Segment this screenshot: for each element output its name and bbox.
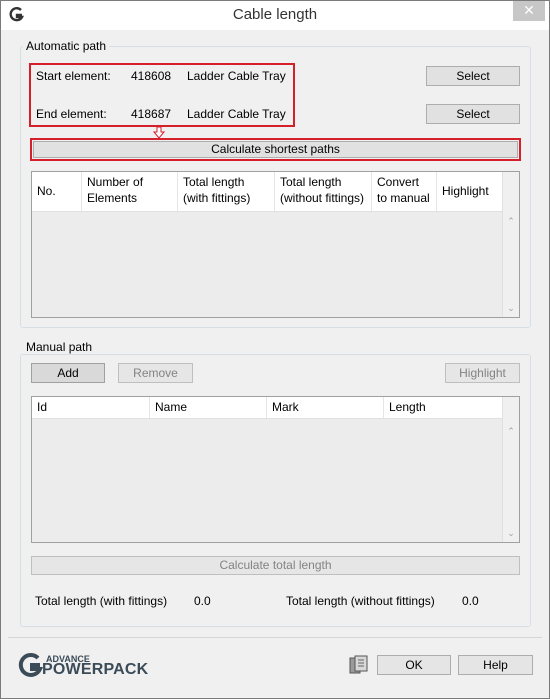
remove-button[interactable]: Remove bbox=[118, 363, 193, 383]
column-header-mark[interactable]: Mark bbox=[267, 397, 384, 418]
column-header-label: (without fittings) bbox=[280, 191, 365, 205]
automatic-path-label: Automatic path bbox=[23, 39, 110, 53]
table-header: No. Number of Elements Total length (wit… bbox=[32, 172, 502, 212]
column-header-total-without-fittings[interactable]: Total length (without fittings) bbox=[275, 172, 372, 211]
column-header-label: Length bbox=[389, 400, 426, 414]
column-header-number-of-elements[interactable]: Number of Elements bbox=[82, 172, 178, 211]
total-without-fittings-label: Total length (without fittings) bbox=[286, 594, 435, 608]
column-header-convert-to-manual[interactable]: Convert to manual bbox=[372, 172, 437, 211]
end-element-id: 418687 bbox=[131, 107, 172, 121]
total-without-fittings-value: 0.0 bbox=[462, 594, 479, 608]
column-header-id[interactable]: Id bbox=[32, 397, 150, 418]
chevron-up-icon[interactable]: ⌃ bbox=[503, 425, 519, 437]
column-header-label: Convert bbox=[377, 175, 420, 189]
add-button[interactable]: Add bbox=[31, 363, 105, 383]
column-header-name[interactable]: Name bbox=[150, 397, 267, 418]
vertical-scrollbar[interactable]: ⌃ ⌄ bbox=[502, 172, 519, 317]
select-start-button[interactable]: Select bbox=[426, 66, 520, 86]
close-icon: ✕ bbox=[523, 2, 535, 18]
end-element-type: Ladder Cable Tray bbox=[187, 107, 286, 121]
brand-large-text: POWERPACK bbox=[42, 661, 149, 678]
start-element-label: Start element: bbox=[36, 69, 111, 83]
column-header-label: Total length bbox=[183, 175, 245, 189]
column-header-label: (with fittings) bbox=[183, 191, 251, 205]
highlight-button[interactable]: Highlight bbox=[445, 363, 520, 383]
start-element-type: Ladder Cable Tray bbox=[187, 69, 286, 83]
book-icon[interactable] bbox=[349, 655, 369, 675]
ok-button[interactable]: OK bbox=[377, 655, 451, 675]
window-title: Cable length bbox=[232, 6, 318, 23]
column-header-highlight[interactable]: Highlight bbox=[437, 172, 502, 211]
chevron-down-icon[interactable]: ⌄ bbox=[503, 527, 519, 539]
column-header-label: to manual bbox=[377, 191, 430, 205]
manual-path-label: Manual path bbox=[23, 340, 96, 354]
calculate-shortest-paths-button[interactable]: Calculate shortest paths bbox=[33, 141, 518, 158]
shortest-paths-table[interactable]: No. Number of Elements Total length (wit… bbox=[31, 171, 520, 318]
calculate-total-length-button[interactable]: Calculate total length bbox=[31, 556, 520, 575]
column-header-label: Name bbox=[155, 400, 188, 414]
column-header-label: Elements bbox=[87, 191, 138, 205]
manual-path-table[interactable]: Id Name Mark Length ⌃ ⌄ bbox=[31, 396, 520, 543]
select-end-button[interactable]: Select bbox=[426, 104, 520, 124]
help-button[interactable]: Help bbox=[458, 655, 533, 675]
chevron-up-icon[interactable]: ⌃ bbox=[503, 215, 519, 227]
column-header-no[interactable]: No. bbox=[32, 172, 82, 211]
table-header: Id Name Mark Length bbox=[32, 397, 502, 419]
column-header-label: Mark bbox=[272, 400, 299, 414]
column-header-label: No. bbox=[37, 184, 56, 198]
vertical-scrollbar[interactable]: ⌃ ⌄ bbox=[502, 397, 519, 542]
chevron-down-icon[interactable]: ⌄ bbox=[503, 302, 519, 314]
total-with-fittings-value: 0.0 bbox=[194, 594, 211, 608]
footer-separator bbox=[8, 637, 542, 638]
close-button[interactable]: ✕ bbox=[513, 0, 545, 21]
total-with-fittings-label: Total length (with fittings) bbox=[35, 594, 168, 608]
column-header-label: Total length bbox=[280, 175, 342, 189]
column-header-length[interactable]: Length bbox=[384, 397, 502, 418]
column-header-label: Number of bbox=[87, 175, 144, 189]
column-header-label: Id bbox=[37, 400, 48, 414]
end-element-label: End element: bbox=[36, 107, 107, 121]
column-header-total-with-fittings[interactable]: Total length (with fittings) bbox=[178, 172, 275, 211]
start-element-id: 418608 bbox=[131, 69, 172, 83]
column-header-label: Highlight bbox=[442, 184, 489, 198]
